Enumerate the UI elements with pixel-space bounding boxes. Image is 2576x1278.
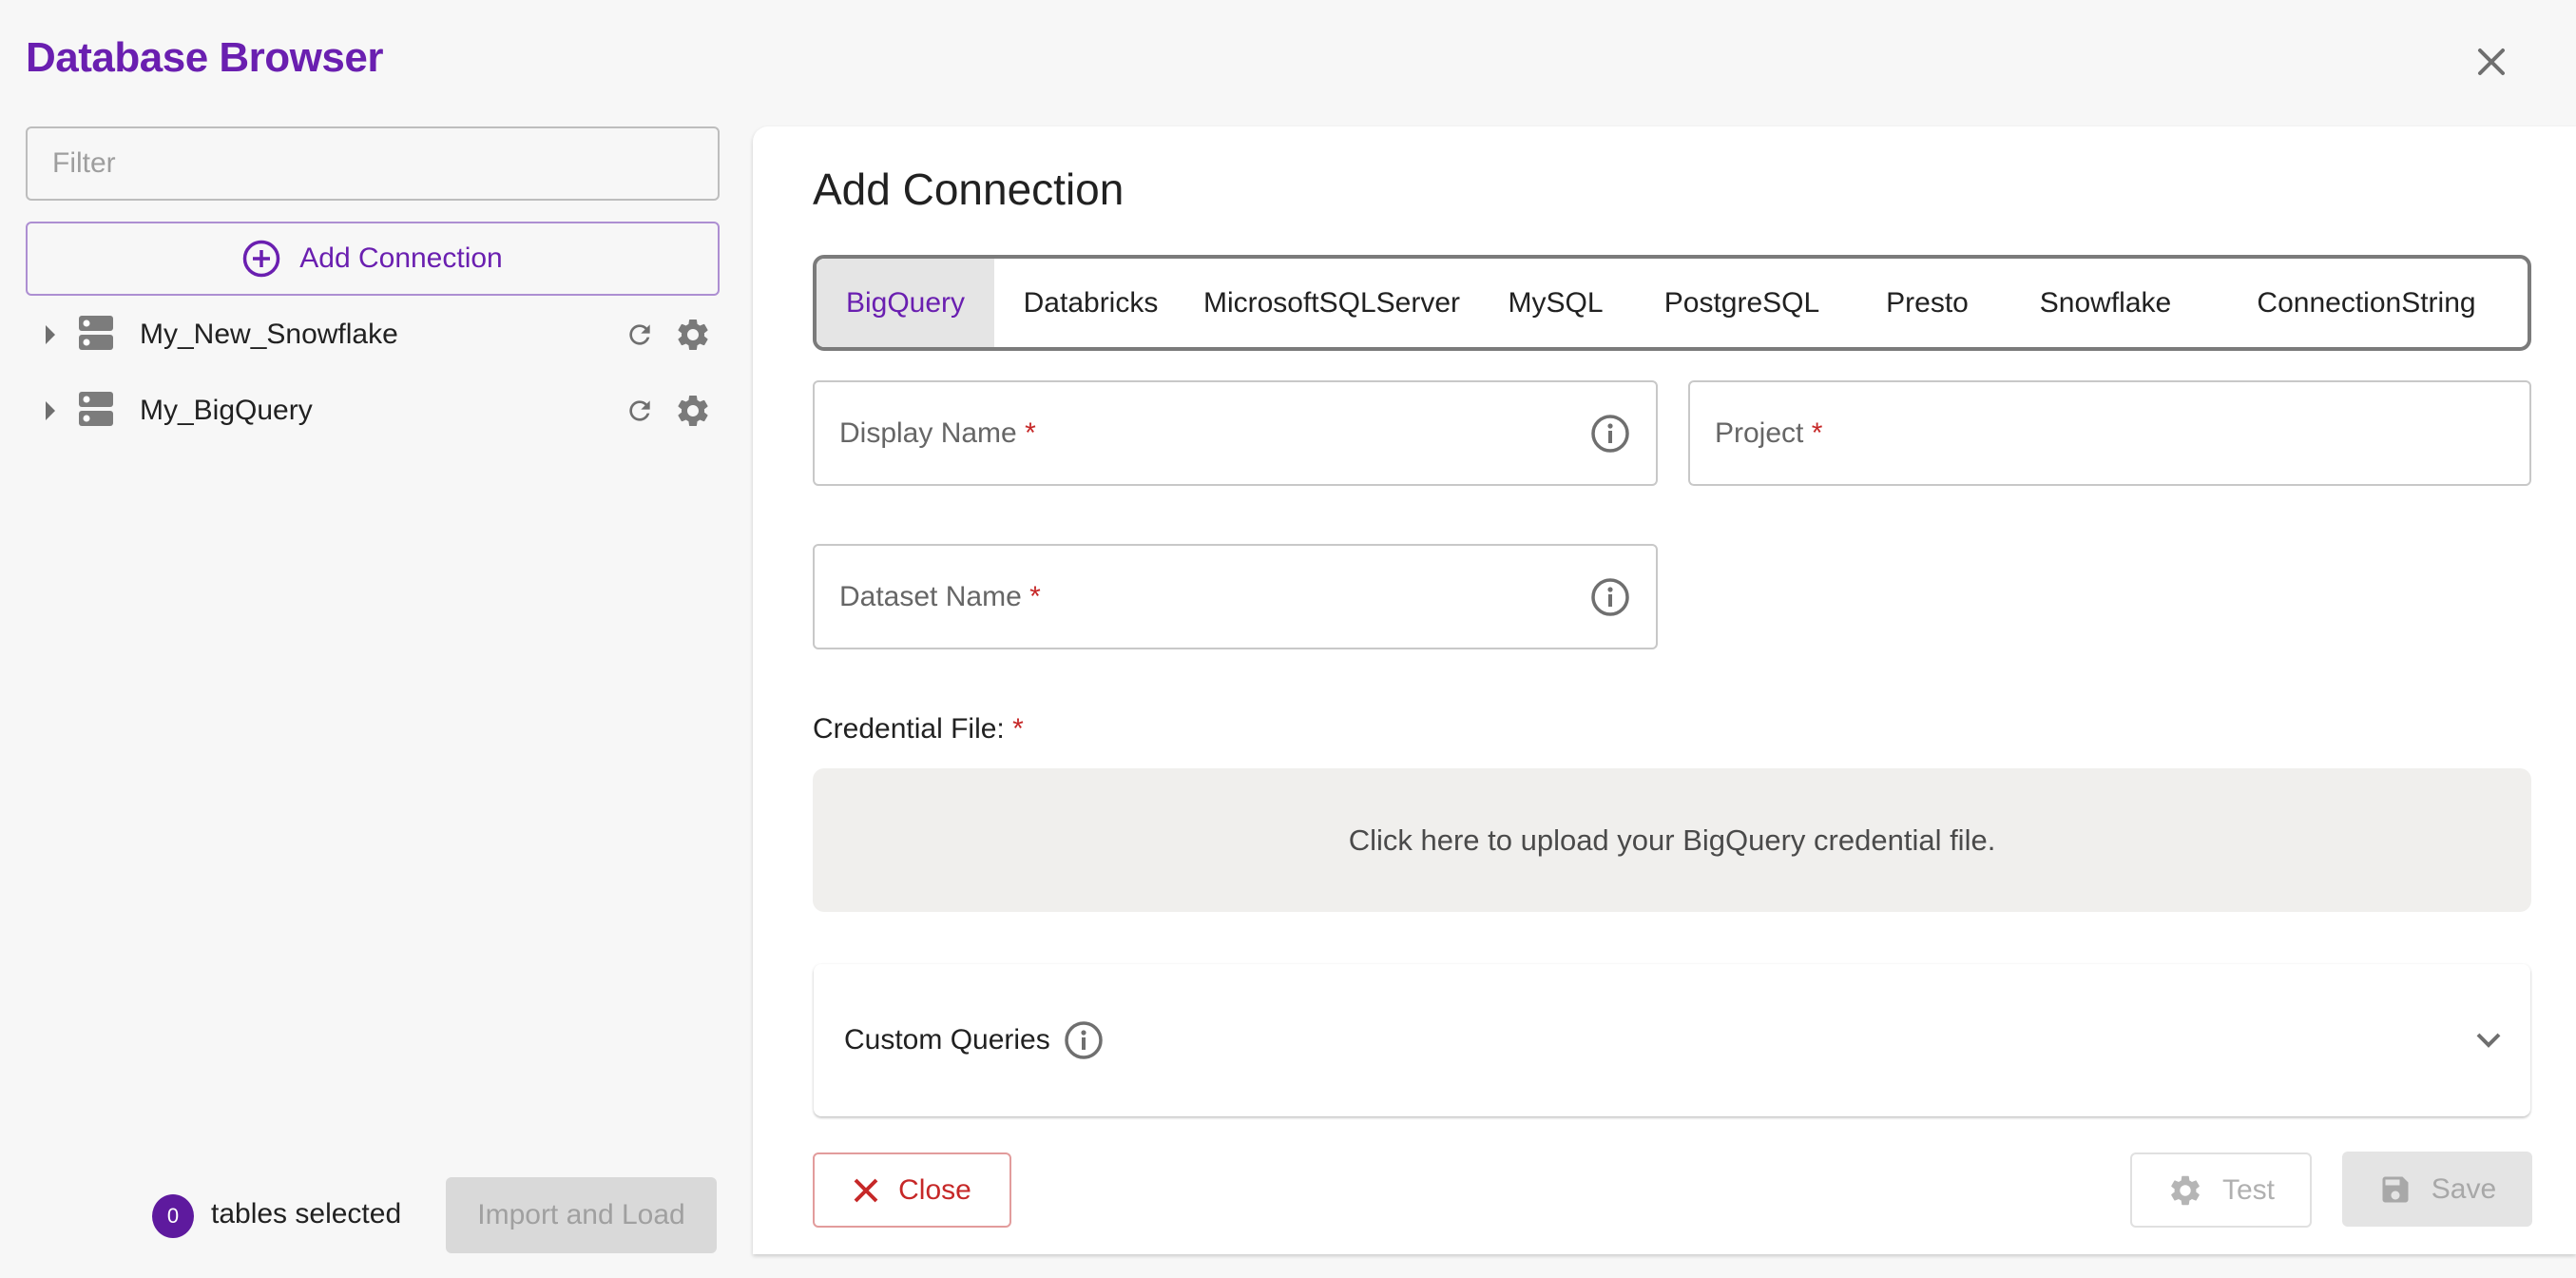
gear-icon bbox=[678, 320, 708, 350]
plus-circle-icon bbox=[243, 240, 280, 278]
info-icon bbox=[1065, 1021, 1103, 1059]
gear-icon bbox=[678, 396, 708, 426]
import-and-load-button[interactable]: Import and Load bbox=[446, 1177, 717, 1253]
close-window-button[interactable] bbox=[2471, 42, 2511, 82]
dataset-name-info-button[interactable] bbox=[1589, 576, 1631, 618]
tab-databricks[interactable]: Databricks bbox=[994, 259, 1187, 347]
required-asterisk: * bbox=[1029, 580, 1041, 612]
display-name-field[interactable]: Display Name * bbox=[813, 380, 1658, 486]
database-server-icon bbox=[79, 391, 117, 431]
connection-item[interactable]: My_BigQuery bbox=[26, 378, 720, 444]
chevron-down-icon bbox=[2476, 1033, 2501, 1048]
save-button-label: Save bbox=[2431, 1172, 2497, 1205]
connection-type-tabs: BigQuery Databricks MicrosoftSQLServer M… bbox=[813, 255, 2531, 351]
panel-title: Add Connection bbox=[813, 165, 1125, 214]
custom-queries-label: Custom Queries bbox=[844, 1024, 1050, 1055]
info-icon bbox=[1591, 577, 1629, 616]
tab-bigquery[interactable]: BigQuery bbox=[817, 259, 994, 347]
connection-settings-button[interactable] bbox=[666, 308, 720, 361]
tab-connectionstring[interactable]: ConnectionString bbox=[2205, 259, 2528, 347]
tab-snowflake[interactable]: Snowflake bbox=[2006, 259, 2205, 347]
test-button-label: Test bbox=[2221, 1173, 2276, 1206]
custom-queries-info-button[interactable] bbox=[1064, 1020, 1104, 1060]
save-icon bbox=[2382, 1176, 2409, 1202]
connection-name: My_New_Snowflake bbox=[140, 319, 398, 350]
credential-upload-area[interactable]: Click here to upload your BigQuery crede… bbox=[813, 768, 2531, 912]
refresh-connection-button[interactable] bbox=[613, 308, 666, 361]
required-asterisk: * bbox=[1025, 416, 1036, 449]
custom-queries-accordion[interactable]: Custom Queries bbox=[814, 964, 2530, 1116]
filter-input[interactable] bbox=[26, 126, 720, 201]
project-label: Project bbox=[1715, 416, 1804, 449]
refresh-icon bbox=[629, 400, 650, 421]
caret-right-icon bbox=[46, 401, 55, 420]
display-name-label: Display Name bbox=[839, 416, 1017, 449]
display-name-info-button[interactable] bbox=[1589, 413, 1631, 455]
connection-name: My_BigQuery bbox=[140, 395, 313, 426]
required-asterisk: * bbox=[1811, 416, 1823, 449]
credential-file-label: Credential File: * bbox=[813, 713, 1024, 746]
selected-count-badge: 0 bbox=[152, 1194, 194, 1238]
tab-postgresql[interactable]: PostgreSQL bbox=[1635, 259, 1849, 347]
add-connection-button[interactable]: Add Connection bbox=[26, 222, 720, 296]
tab-presto[interactable]: Presto bbox=[1849, 259, 2006, 347]
refresh-connection-button[interactable] bbox=[613, 384, 666, 437]
dataset-name-label: Dataset Name bbox=[839, 580, 1022, 612]
save-button[interactable]: Save bbox=[2342, 1152, 2532, 1227]
close-icon bbox=[854, 1178, 878, 1202]
tab-microsoftsqlserver[interactable]: MicrosoftSQLServer bbox=[1187, 259, 1476, 347]
caret-right-icon bbox=[46, 325, 55, 344]
connection-item[interactable]: My_New_Snowflake bbox=[26, 301, 720, 368]
dataset-name-field[interactable]: Dataset Name * bbox=[813, 544, 1658, 649]
credential-label-text: Credential File: bbox=[813, 713, 1005, 745]
expand-toggle[interactable] bbox=[26, 324, 75, 345]
close-icon bbox=[2478, 48, 2505, 75]
required-asterisk: * bbox=[1012, 713, 1024, 745]
tab-mysql[interactable]: MySQL bbox=[1476, 259, 1635, 347]
test-connection-button[interactable]: Test bbox=[2130, 1152, 2312, 1228]
database-server-icon bbox=[79, 315, 117, 355]
expand-toggle[interactable] bbox=[26, 400, 75, 421]
refresh-icon bbox=[629, 324, 650, 345]
project-field[interactable]: Project * bbox=[1688, 380, 2531, 486]
connection-settings-button[interactable] bbox=[666, 384, 720, 437]
add-connection-label: Add Connection bbox=[299, 242, 503, 274]
selected-count-label: tables selected bbox=[211, 1198, 402, 1230]
gear-icon bbox=[2171, 1175, 2200, 1205]
close-button-label: Close bbox=[898, 1173, 971, 1206]
close-button[interactable]: Close bbox=[813, 1152, 1011, 1228]
info-icon bbox=[1591, 414, 1629, 453]
app-title: Database Browser bbox=[26, 34, 383, 81]
